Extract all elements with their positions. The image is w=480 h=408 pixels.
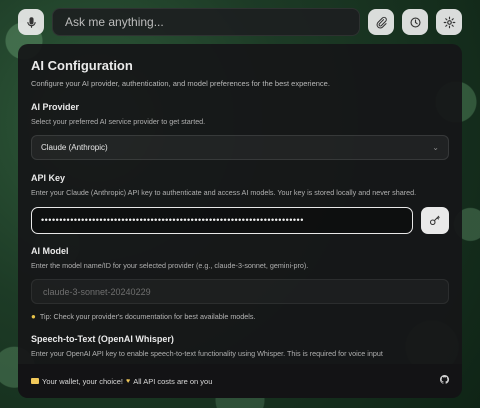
model-input[interactable] [41,285,439,298]
mic-icon [26,16,36,28]
footer-bar: Your wallet, your choice! ♥ All API cost… [18,364,462,398]
model-field[interactable] [31,279,449,305]
top-bar [18,7,462,37]
api-key-button[interactable] [421,206,449,234]
footer-text-wallet: Your wallet, your choice! [42,376,124,386]
key-icon [429,216,440,226]
handshake-icon: ♥ [126,377,131,385]
speech-description: Enter your OpenAI API key to enable spee… [31,349,383,359]
history-icon [409,16,421,28]
speech-label: Speech-to-Text (OpenAI Whisper) [31,334,174,345]
search-input[interactable] [63,14,349,30]
paperclip-icon [376,16,387,29]
history-button[interactable] [402,9,428,35]
chevron-down-icon: ⌄ [432,143,439,153]
mic-button[interactable] [18,9,44,35]
panel-title: AI Configuration [31,58,133,73]
provider-selected-value: Claude (Anthropic) [41,143,108,153]
model-tip-text: Tip: Check your provider's documentation… [39,312,256,322]
panel-subtitle: Configure your AI provider, authenticati… [31,79,330,88]
github-icon [439,375,450,384]
wallet-icon [31,378,39,384]
model-label: AI Model [31,245,69,256]
model-description: Enter the model name/ID for your selecte… [31,260,309,270]
api-key-label: API Key [31,173,66,184]
settings-icon [443,16,455,28]
provider-label: AI Provider [31,102,80,112]
settings-button[interactable] [436,9,462,35]
model-tip: ● Tip: Check your provider's documentati… [31,312,449,321]
api-key-field[interactable] [31,206,413,234]
search-bar[interactable] [52,8,360,36]
ai-configuration-panel: AI Configuration Configure your AI provi… [18,44,462,398]
footer-text-costs: All API costs are on you [133,376,213,386]
github-link[interactable] [439,372,450,390]
api-key-row [31,206,449,234]
api-key-input[interactable] [39,214,405,227]
footer-message: Your wallet, your choice! ♥ All API cost… [31,377,212,386]
attach-button[interactable] [368,9,394,35]
api-key-description: Enter your Claude (Anthropic) API key to… [31,188,417,198]
lightbulb-icon: ● [31,312,36,322]
provider-description: Select your preferred AI service provide… [31,117,206,126]
provider-select[interactable]: Claude (Anthropic) ⌄ [31,135,449,161]
